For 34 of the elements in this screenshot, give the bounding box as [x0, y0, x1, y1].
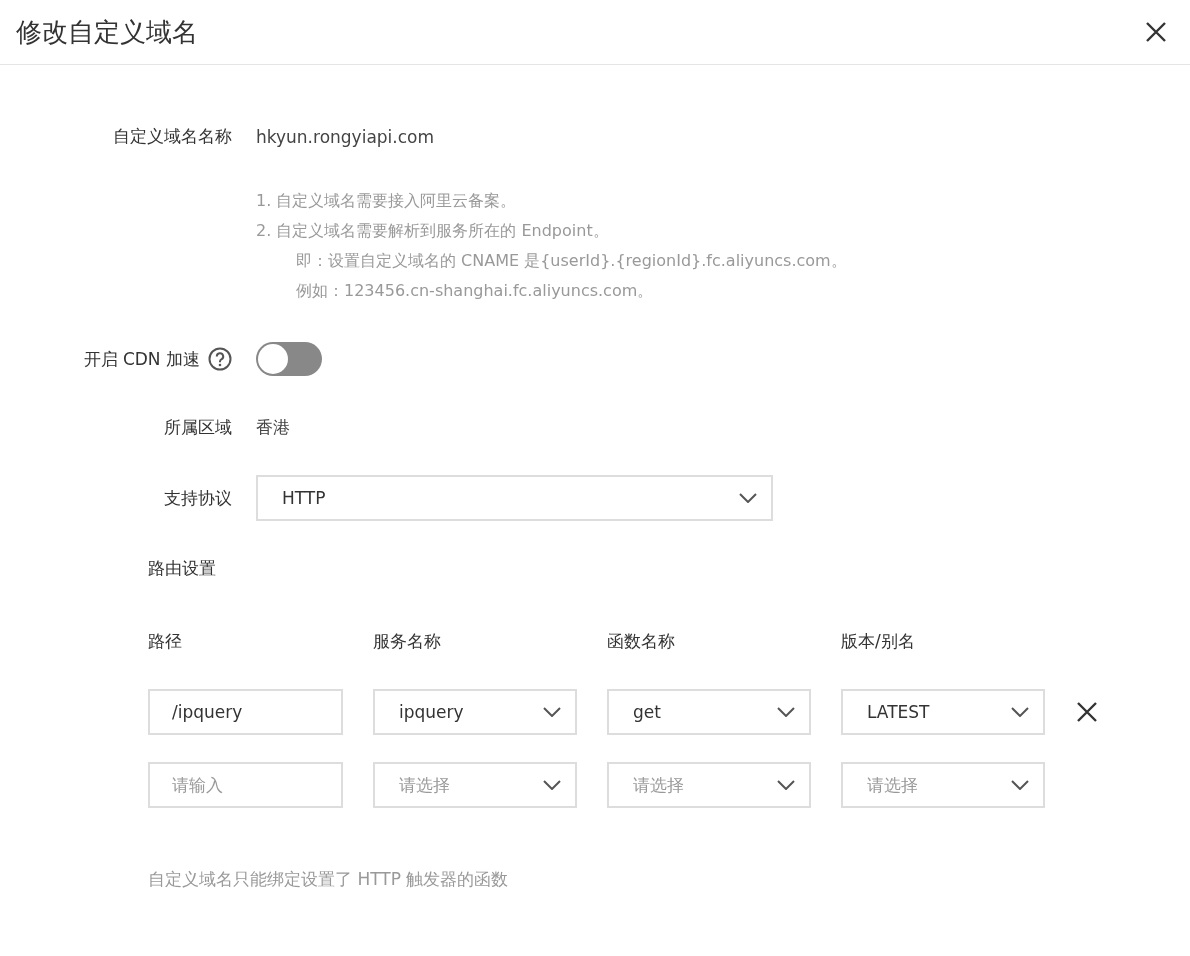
protocol-select[interactable]: HTTP — [256, 475, 773, 521]
domain-value: hkyun.rongyiapi.com — [256, 126, 435, 147]
column-header: 路径 — [148, 631, 182, 651]
hint-text: 即：设置自定义域名的 CNAME 是{userId}.{regionId}.fc.aliyuncs.com。 — [295, 250, 848, 272]
hint-text: 例如：123456.cn-shanghai.fc.aliyuncs.com。 — [295, 280, 655, 302]
field-label: 开启 CDN 加速 — [83, 347, 200, 371]
field-label: 支持协议 — [164, 486, 232, 510]
column-header: 函数名称 — [607, 631, 675, 651]
cdn-toggle[interactable] — [256, 342, 322, 376]
column-header: 服务名称 — [373, 631, 441, 651]
chevron-down-icon — [543, 780, 561, 790]
section-title: 路由设置 — [148, 557, 217, 580]
hint-text: 2. 自定义域名需要解析到服务所在的 Endpoint。 — [256, 220, 610, 242]
remove-icon[interactable] — [1076, 701, 1098, 723]
hint-text: 1. 自定义域名需要接入阿里云备案。 — [256, 190, 518, 212]
path-input[interactable]: 请输入 — [148, 762, 343, 808]
footer-note: 自定义域名只能绑定设置了 HTTP 触发器的函数 — [148, 868, 510, 891]
route-select[interactable]: get — [607, 689, 811, 735]
field-label: 所属区域 — [164, 416, 232, 439]
path-input[interactable]: /ipquery — [148, 689, 343, 735]
route-select[interactable]: ipquery — [373, 689, 577, 735]
chevron-down-icon — [1011, 780, 1029, 790]
help-icon[interactable] — [208, 347, 232, 371]
chevron-down-icon — [1011, 707, 1029, 717]
field-label: 自定义域名名称 — [113, 125, 232, 148]
chevron-down-icon — [777, 707, 795, 717]
column-header: 版本/别名 — [841, 631, 915, 651]
dialog-title: 修改自定义域名 — [16, 15, 198, 49]
chevron-down-icon — [739, 493, 757, 503]
chevron-down-icon — [543, 707, 561, 717]
chevron-down-icon — [777, 780, 795, 790]
close-icon[interactable] — [1144, 20, 1168, 44]
region-value: 香港 — [256, 416, 290, 439]
route-select[interactable]: LATEST — [841, 689, 1045, 735]
